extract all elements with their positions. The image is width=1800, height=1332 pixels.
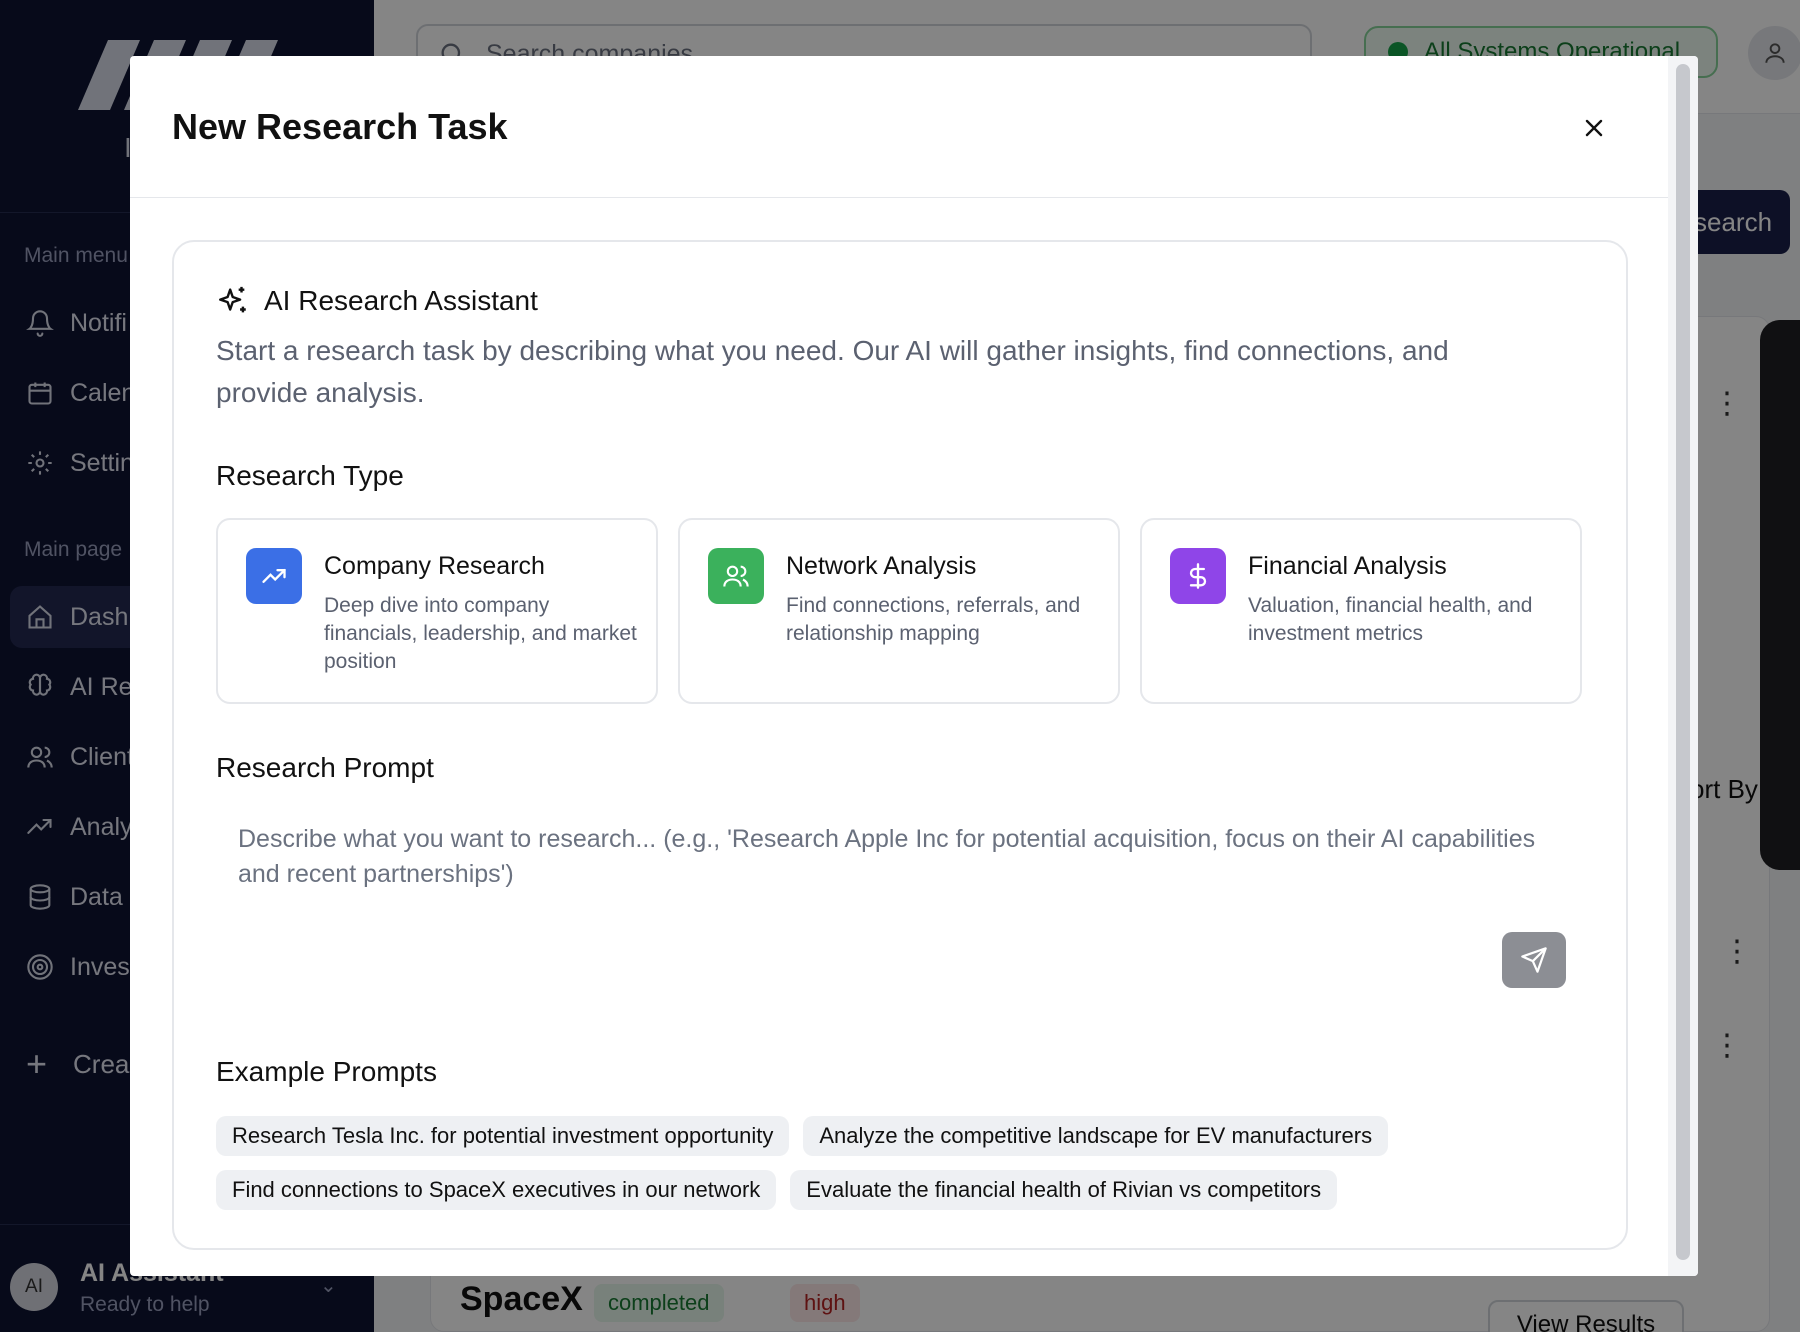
research-prompt-input[interactable] bbox=[216, 810, 1588, 1010]
research-type-description: Valuation, financial health, and investm… bbox=[1248, 594, 1533, 645]
research-type-label: Research Type bbox=[216, 460, 404, 491]
new-research-modal: New Research Task AI Research Assistant … bbox=[130, 56, 1698, 1276]
research-type-description: Deep dive into company financials, leade… bbox=[324, 594, 637, 673]
assistant-heading-text: AI Research Assistant bbox=[264, 285, 538, 316]
research-type-company[interactable]: Company Research Deep dive into company … bbox=[216, 518, 658, 704]
example-prompt-chip[interactable]: Evaluate the financial health of Rivian … bbox=[790, 1170, 1338, 1210]
close-icon bbox=[1585, 119, 1603, 137]
example-prompt-chip[interactable]: Research Tesla Inc. for potential invest… bbox=[216, 1116, 790, 1156]
research-type-network[interactable]: Network Analysis Find connections, refer… bbox=[678, 518, 1120, 704]
assistant-description: Start a research task by describing what… bbox=[216, 335, 1449, 408]
research-type-title: Financial Analysis bbox=[1248, 552, 1447, 580]
modal-title: New Research Task bbox=[172, 106, 508, 147]
research-type-financial[interactable]: Financial Analysis Valuation, financial … bbox=[1140, 518, 1582, 704]
modal-header: New Research Task bbox=[130, 56, 1668, 198]
trending-up-icon bbox=[246, 548, 302, 604]
research-type-title: Company Research bbox=[324, 552, 545, 580]
assistant-heading: AI Research Assistant bbox=[216, 284, 538, 318]
close-button[interactable] bbox=[1574, 108, 1614, 148]
example-prompt-chip[interactable]: Analyze the competitive landscape for EV… bbox=[803, 1116, 1389, 1156]
example-prompt-chip[interactable]: Find connections to SpaceX executives in… bbox=[216, 1170, 777, 1210]
research-type-title: Network Analysis bbox=[786, 552, 977, 580]
modal-scrollbar-thumb[interactable] bbox=[1676, 64, 1690, 1260]
send-button[interactable] bbox=[1502, 932, 1566, 988]
users-icon bbox=[708, 548, 764, 604]
example-prompts-list: Research Tesla Inc. for potential invest… bbox=[216, 1116, 1596, 1210]
example-prompts-label: Example Prompts bbox=[216, 1056, 437, 1087]
dollar-icon bbox=[1170, 548, 1226, 604]
research-prompt-label: Research Prompt bbox=[216, 752, 434, 783]
research-type-description: Find connections, referrals, and relatio… bbox=[786, 594, 1081, 645]
research-form-card: AI Research Assistant Start a research t… bbox=[172, 240, 1628, 1250]
send-icon bbox=[1521, 947, 1547, 973]
sparkles-icon bbox=[219, 286, 246, 313]
